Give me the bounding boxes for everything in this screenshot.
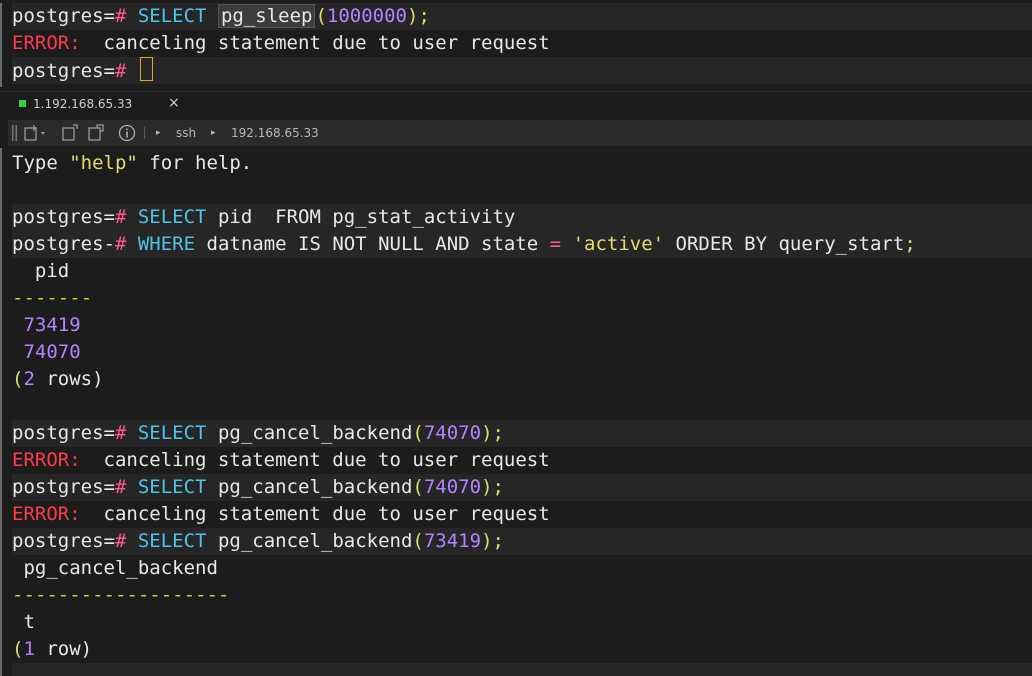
- prompt-hash: #: [114, 530, 127, 552]
- result-column-header: pid: [12, 260, 70, 282]
- tab-label[interactable]: 1.192.168.65.33: [33, 97, 132, 111]
- help-text-post: for help.: [137, 152, 253, 174]
- number: 1: [23, 638, 35, 660]
- row-count-text: row): [34, 638, 93, 660]
- terminal-line: postgres=# SELECT pg_sleep (1000000);: [12, 3, 1032, 30]
- terminal-line: postgres=# SELECT pg_cancel_backend(7341…: [12, 528, 1032, 555]
- number: 2: [23, 368, 35, 390]
- error-label: ERROR:: [12, 449, 81, 471]
- result-row: t: [12, 611, 35, 633]
- paren: );: [481, 476, 504, 498]
- terminal-line: postgres=# SELECT pid FROM pg_stat_activ…: [12, 204, 1032, 231]
- selected-function: pg_sleep: [217, 4, 316, 28]
- prompt-hash: #: [114, 60, 127, 82]
- terminal-pane-bottom[interactable]: Type "help" for help. postgres=# SELECT …: [0, 148, 1032, 676]
- error-message: canceling statement due to user request: [80, 449, 550, 471]
- paren: (: [412, 476, 424, 498]
- paren: );: [407, 5, 430, 27]
- prompt-hash: #: [114, 476, 127, 498]
- number: 73419: [423, 530, 482, 552]
- sql-function: pg_cancel_backend: [206, 530, 413, 552]
- paren: );: [481, 422, 504, 444]
- sql-text: datname IS NOT NULL AND state: [195, 233, 550, 255]
- terminal-line: [12, 663, 1032, 676]
- prompt-hash: #: [114, 5, 127, 27]
- terminal-line: ERROR: canceling statement due to user r…: [12, 30, 1032, 57]
- prompt-hash: #: [114, 233, 127, 255]
- paren: (: [412, 530, 424, 552]
- paren: (: [12, 368, 24, 390]
- sql-keyword: SELECT: [137, 5, 207, 27]
- result-column-header: pg_cancel_backend: [12, 557, 218, 579]
- terminal-line: postgres=#: [12, 57, 1032, 84]
- prompt: postgres=: [12, 422, 115, 444]
- prompt-hash: #: [114, 206, 127, 228]
- number: 74070: [423, 476, 482, 498]
- result-separator: -------------------: [12, 584, 230, 606]
- semicolon: ;: [904, 233, 916, 255]
- result-separator: -------: [12, 287, 93, 309]
- help-text-pre: Type: [12, 152, 70, 174]
- error-label: ERROR:: [12, 503, 81, 525]
- sql-keyword: SELECT: [137, 530, 207, 552]
- number: 74070: [423, 422, 482, 444]
- help-keyword: "help": [69, 152, 138, 174]
- connection-status-icon: [19, 100, 26, 107]
- prompt-hash: #: [114, 422, 127, 444]
- toolbar-divider: [144, 127, 145, 139]
- info-icon[interactable]: [118, 124, 136, 142]
- text-cursor: [139, 57, 153, 81]
- terminal-line: postgres=# SELECT pg_cancel_backend(7407…: [12, 420, 1032, 447]
- sql-keyword: SELECT: [137, 476, 207, 498]
- paren: (: [412, 422, 424, 444]
- tab-close-icon[interactable]: ×: [168, 95, 180, 111]
- sql-keyword: WHERE: [137, 233, 196, 255]
- drag-handle-icon[interactable]: [12, 125, 18, 141]
- result-row: 73419: [12, 314, 81, 336]
- sql-keyword: SELECT: [137, 206, 207, 228]
- prompt: postgres-: [12, 233, 115, 255]
- error-message: canceling statement due to user request: [80, 32, 550, 54]
- breadcrumb-protocol[interactable]: ssh: [176, 126, 196, 140]
- tab-bar: 1.192.168.65.33 ×: [0, 91, 1032, 120]
- sql-function: pg_cancel_backend: [206, 422, 413, 444]
- row-count: (2 rows): [12, 366, 1032, 393]
- paren: (: [315, 5, 327, 27]
- sql-string: 'active': [572, 233, 665, 255]
- terminal-line: ERROR: canceling statement due to user r…: [12, 447, 1032, 474]
- error-label: ERROR:: [12, 32, 81, 54]
- split-horizontal-icon[interactable]: [62, 124, 80, 142]
- terminal-pane-top[interactable]: postgres=# SELECT pg_sleep (1000000); ERR…: [0, 3, 1032, 87]
- breadcrumb-arrow-icon: ▸: [211, 128, 216, 138]
- new-tab-icon[interactable]: [24, 124, 50, 142]
- sql-text: ORDER BY query_start: [664, 233, 905, 255]
- split-vertical-icon[interactable]: [88, 124, 106, 142]
- paren: (: [12, 638, 24, 660]
- prompt: postgres=: [12, 206, 115, 228]
- row-count: (1 row): [12, 636, 1032, 663]
- sql-operator: =: [549, 233, 562, 255]
- paren: );: [481, 530, 504, 552]
- sql-function: pg_cancel_backend: [206, 476, 413, 498]
- sql-keyword: SELECT: [137, 422, 207, 444]
- prompt: postgres=: [12, 530, 115, 552]
- sql-text: pid FROM pg_stat_activity: [206, 206, 516, 228]
- number: 1000000: [326, 5, 407, 27]
- prompt: postgres=: [12, 476, 115, 498]
- prompt: postgres=: [12, 60, 115, 82]
- prompt: postgres=: [12, 5, 115, 27]
- breadcrumb-arrow-icon: ▸: [156, 128, 161, 138]
- error-message: canceling statement due to user request: [80, 503, 550, 525]
- terminal-line: postgres-# WHERE datname IS NOT NULL AND…: [12, 231, 1032, 258]
- breadcrumb-host[interactable]: 192.168.65.33: [231, 126, 319, 140]
- terminal-line: ERROR: canceling statement due to user r…: [12, 501, 1032, 528]
- terminal-line: Type "help" for help.: [12, 150, 1032, 177]
- row-count-text: rows): [34, 368, 104, 390]
- terminal-line: postgres=# SELECT pg_cancel_backend(7407…: [12, 474, 1032, 501]
- result-row: 74070: [12, 341, 81, 363]
- session-toolbar: ▸ ssh ▸ 192.168.65.33: [8, 120, 1032, 146]
